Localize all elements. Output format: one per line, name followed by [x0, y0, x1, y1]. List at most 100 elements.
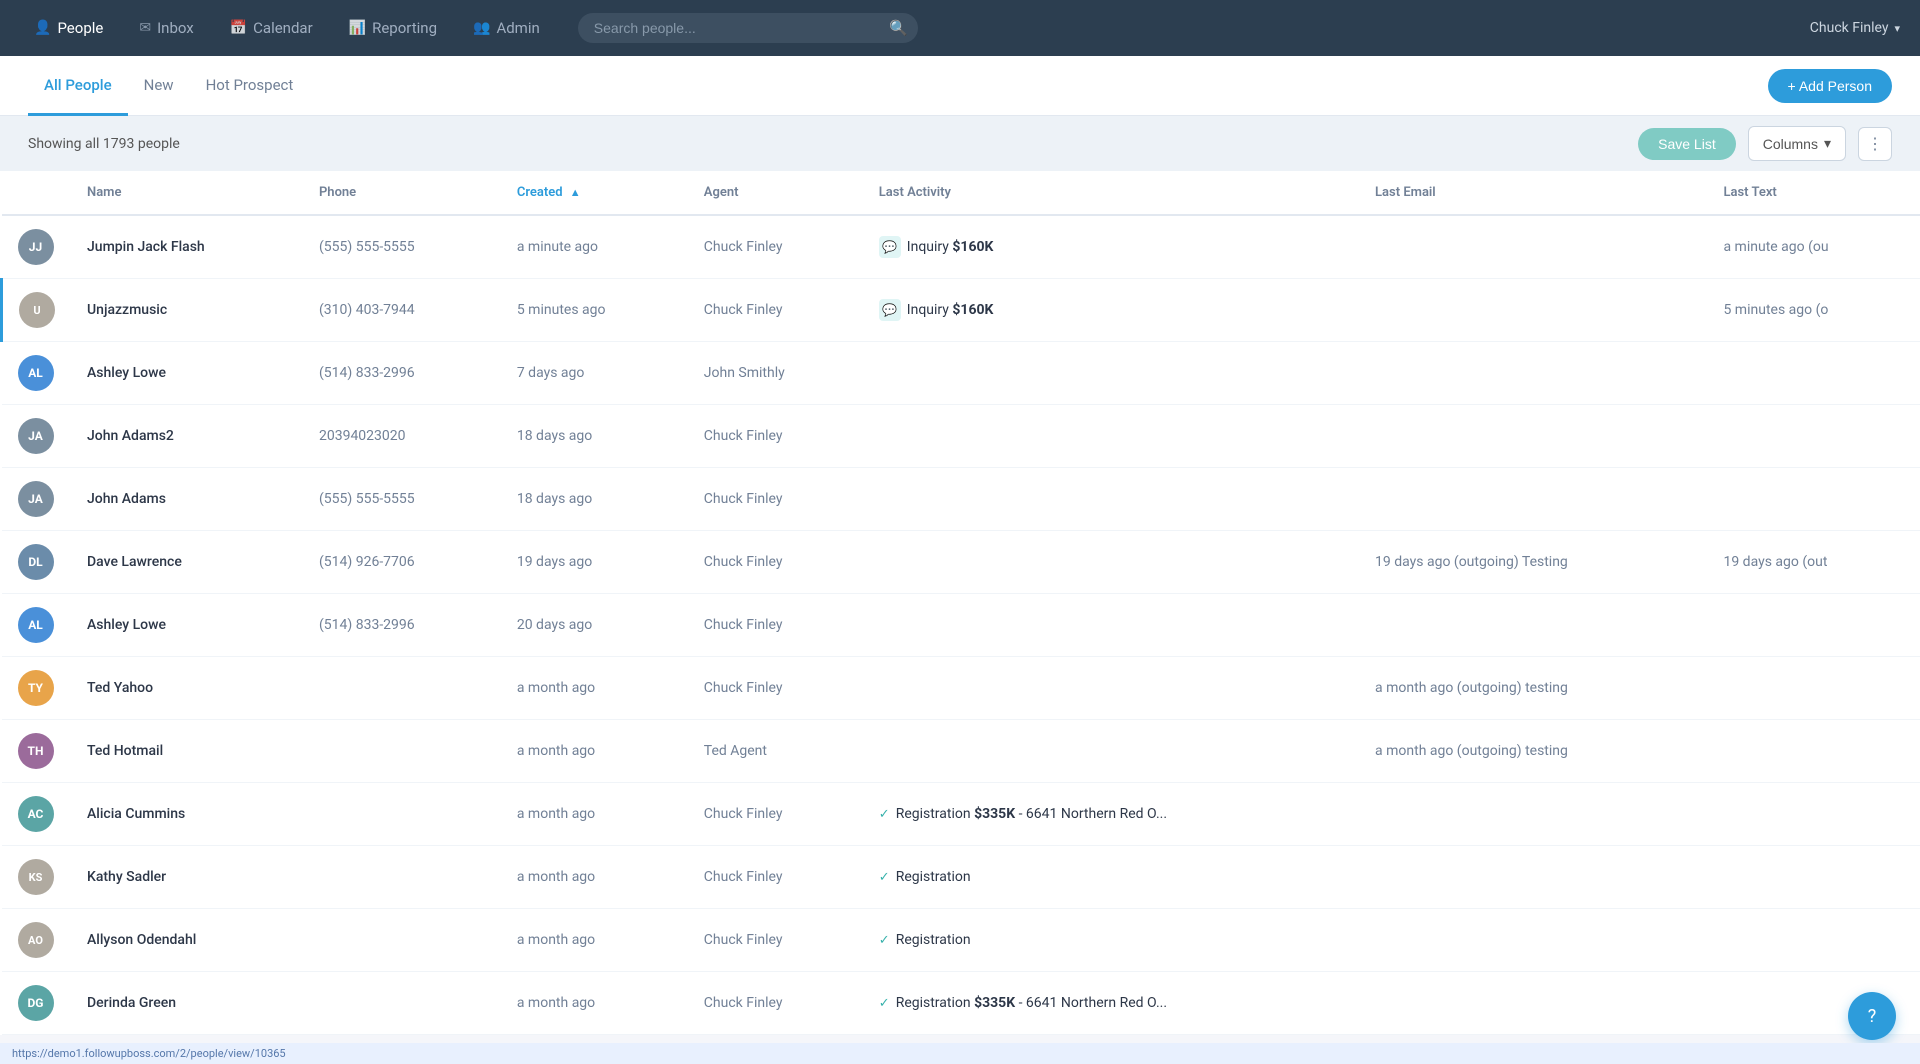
- table-row[interactable]: ALAshley Lowe(514) 833-29967 days agoJoh…: [2, 342, 1920, 405]
- person-phone: [303, 720, 501, 783]
- activity-text: Registration: [896, 932, 971, 948]
- person-last-email: [1359, 405, 1707, 468]
- search-wrapper: 🔍: [578, 13, 918, 43]
- avatar: JA: [18, 418, 54, 454]
- nav-item-admin[interactable]: 👥 Admin: [459, 11, 554, 45]
- check-icon: ✓: [879, 996, 890, 1011]
- person-agent: Chuck Finley: [688, 846, 863, 909]
- table-row[interactable]: AOAllyson Odendahla month agoChuck Finle…: [2, 909, 1920, 972]
- table-row[interactable]: JJJumpin Jack Flash(555) 555-5555a minut…: [2, 215, 1920, 279]
- person-name[interactable]: Alicia Cummins: [71, 783, 303, 846]
- table-row[interactable]: KSKathy Sadlera month agoChuck Finley ✓ …: [2, 846, 1920, 909]
- tab-new[interactable]: New: [128, 57, 190, 116]
- avatar-cell: AL: [2, 342, 72, 405]
- person-name[interactable]: John Adams2: [71, 405, 303, 468]
- person-phone: 20394023020: [303, 405, 501, 468]
- person-created: 20 days ago: [501, 594, 688, 657]
- add-person-button[interactable]: + Add Person: [1768, 69, 1892, 103]
- person-name[interactable]: Jumpin Jack Flash: [71, 215, 303, 279]
- avatar: JA: [18, 481, 54, 517]
- table-row[interactable]: JA John Adams22039402302018 days agoChuck…: [2, 405, 1920, 468]
- person-last-email: [1359, 468, 1707, 531]
- people-table-container: Name Phone Created ▲ Agent Last Activity…: [0, 171, 1920, 1035]
- nav-label-people: People: [57, 19, 103, 37]
- person-last-email: [1359, 594, 1707, 657]
- person-name[interactable]: Derinda Green: [71, 972, 303, 1035]
- person-name[interactable]: Unjazzmusic: [71, 279, 303, 342]
- table-body: JJJumpin Jack Flash(555) 555-5555a minut…: [2, 215, 1920, 1035]
- table-header-row: Name Phone Created ▲ Agent Last Activity…: [2, 171, 1920, 215]
- table-row[interactable]: UUnjazzmusic(310) 403-79445 minutes agoC…: [2, 279, 1920, 342]
- nav-item-people[interactable]: 👤 People: [20, 11, 117, 45]
- person-last-activity: [863, 720, 1359, 783]
- table-row[interactable]: ACAlicia Cumminsa month agoChuck Finley …: [2, 783, 1920, 846]
- person-name[interactable]: John Adams: [71, 468, 303, 531]
- filter-button[interactable]: ⋮: [1858, 127, 1892, 161]
- table-row[interactable]: JAJohn Adams(555) 555-555518 days agoChu…: [2, 468, 1920, 531]
- person-name[interactable]: Ted Hotmail: [71, 720, 303, 783]
- save-list-button[interactable]: Save List: [1638, 128, 1736, 160]
- person-name[interactable]: Kathy Sadler: [71, 846, 303, 909]
- col-header-last-email: Last Email: [1359, 171, 1707, 215]
- avatar: TY: [18, 670, 54, 706]
- person-last-email: [1359, 279, 1707, 342]
- tab-hot-prospect[interactable]: Hot Prospect: [190, 57, 310, 116]
- person-agent: Chuck Finley: [688, 279, 863, 342]
- person-created: a month ago: [501, 783, 688, 846]
- person-created: 18 days ago: [501, 405, 688, 468]
- tab-all-people[interactable]: All People: [28, 57, 128, 116]
- person-created: a month ago: [501, 657, 688, 720]
- sort-arrow-icon: ▲: [570, 186, 581, 199]
- avatar-cell: JJ: [2, 215, 72, 279]
- nav-right: Chuck Finley ▾: [1810, 20, 1900, 36]
- nav-item-inbox[interactable]: ✉ Inbox: [125, 11, 207, 45]
- col-header-created[interactable]: Created ▲: [501, 171, 688, 215]
- person-agent: John Smithly: [688, 342, 863, 405]
- person-agent: Chuck Finley: [688, 909, 863, 972]
- person-last-activity: ✓ Registration $335K - 6641 Northern Red…: [863, 972, 1359, 1035]
- person-phone: [303, 846, 501, 909]
- person-last-email: [1359, 972, 1707, 1035]
- person-name[interactable]: Allyson Odendahl: [71, 909, 303, 972]
- person-last-activity: ✓ Registration: [863, 909, 1359, 972]
- person-last-text: [1707, 720, 1920, 783]
- search-button[interactable]: 🔍: [889, 19, 908, 37]
- admin-icon: 👥: [473, 20, 490, 36]
- nav-item-reporting[interactable]: 📊 Reporting: [335, 11, 451, 45]
- save-list-label: Save List: [1658, 136, 1716, 152]
- person-created: a month ago: [501, 972, 688, 1035]
- person-agent: Chuck Finley: [688, 405, 863, 468]
- person-name[interactable]: Dave Lawrence: [71, 531, 303, 594]
- person-name[interactable]: Ashley Lowe: [71, 342, 303, 405]
- table-row[interactable]: TYTed Yahooa month agoChuck Finleya mont…: [2, 657, 1920, 720]
- person-agent: Chuck Finley: [688, 594, 863, 657]
- person-last-activity: [863, 531, 1359, 594]
- add-person-label: + Add Person: [1788, 78, 1872, 94]
- search-input[interactable]: [578, 13, 918, 43]
- help-button[interactable]: ?: [1848, 992, 1896, 1040]
- activity-text: Inquiry $160K: [907, 302, 994, 318]
- col-header-name: Name: [71, 171, 303, 215]
- person-name[interactable]: Ashley Lowe: [71, 594, 303, 657]
- person-phone: [303, 783, 501, 846]
- table-row[interactable]: DLDave Lawrence(514) 926-770619 days ago…: [2, 531, 1920, 594]
- columns-button[interactable]: Columns ▾: [1748, 126, 1846, 161]
- table-row[interactable]: DGDerinda Greena month agoChuck Finley ✓…: [2, 972, 1920, 1035]
- showing-count: Showing all 1793 people: [28, 136, 1626, 152]
- avatar-cell: JA: [2, 468, 72, 531]
- avatar: TH: [18, 733, 54, 769]
- person-last-activity: ✓ Registration: [863, 846, 1359, 909]
- nav-label-calendar: Calendar: [253, 19, 313, 37]
- person-last-email: 19 days ago (outgoing) Testing: [1359, 531, 1707, 594]
- table-row[interactable]: ALAshley Lowe(514) 833-299620 days agoCh…: [2, 594, 1920, 657]
- chevron-down-icon: ▾: [1894, 22, 1900, 35]
- person-name[interactable]: Ted Yahoo: [71, 657, 303, 720]
- user-menu[interactable]: Chuck Finley ▾: [1810, 20, 1900, 36]
- person-phone: (555) 555-5555: [303, 215, 501, 279]
- nav-item-calendar[interactable]: 📅 Calendar: [216, 11, 327, 45]
- table-row[interactable]: THTed Hotmaila month agoTed Agenta month…: [2, 720, 1920, 783]
- person-last-text: [1707, 405, 1920, 468]
- avatar: DG: [18, 985, 54, 1021]
- avatar-cell: TH: [2, 720, 72, 783]
- check-icon: ✓: [879, 807, 890, 822]
